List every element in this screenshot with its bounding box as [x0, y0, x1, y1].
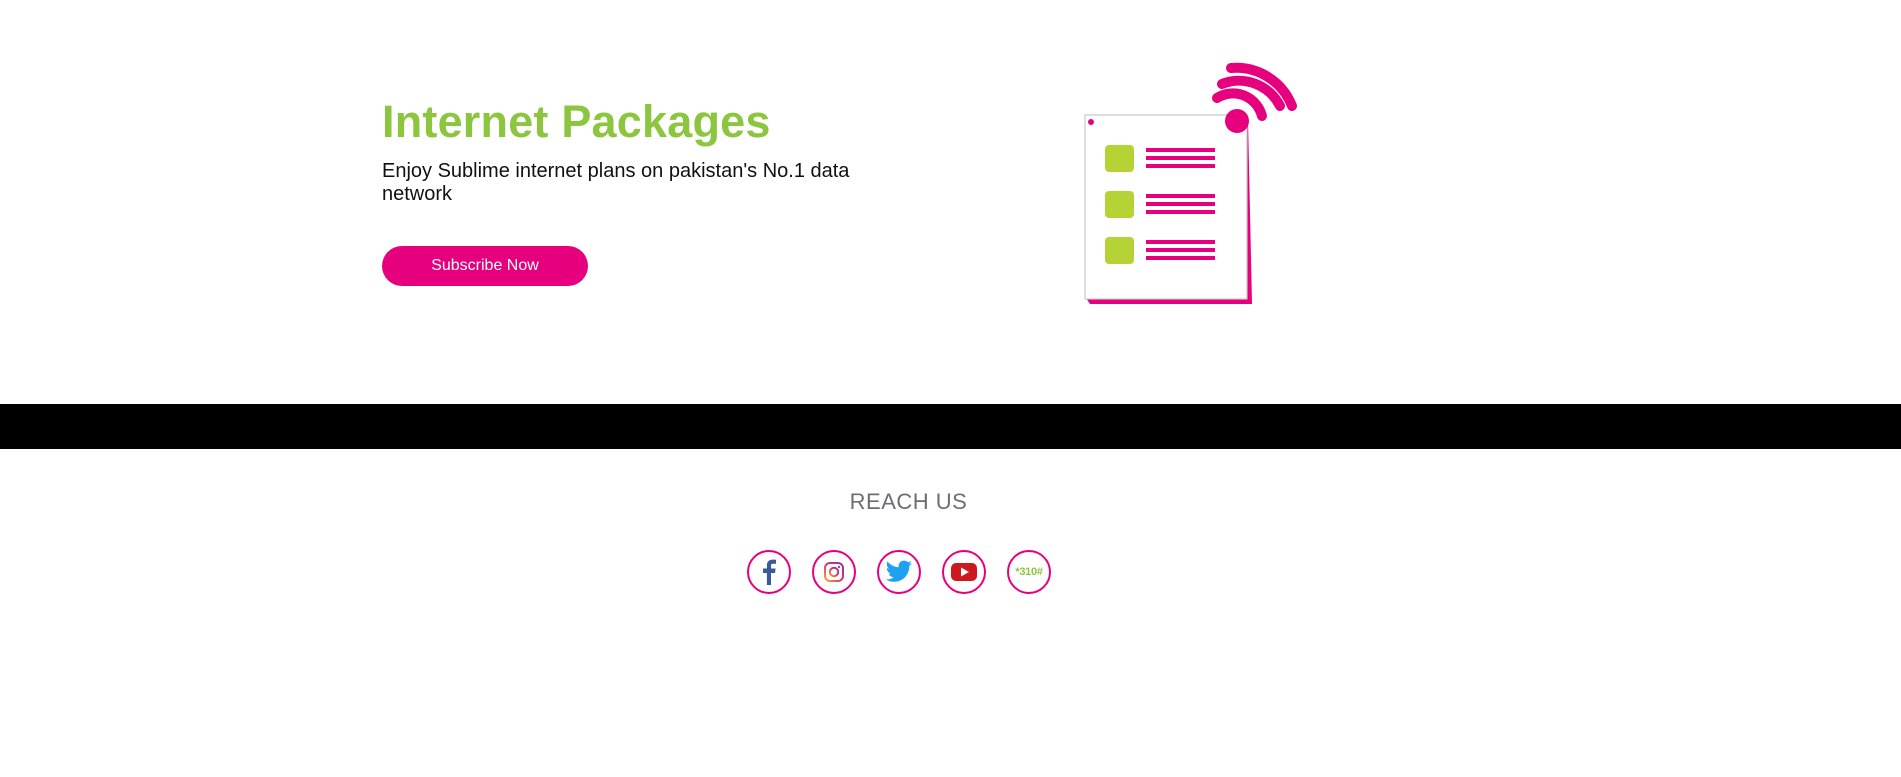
- footer: REACH US *310#: [0, 449, 1901, 777]
- subscribe-now-button[interactable]: Subscribe Now: [382, 246, 588, 286]
- reach-us-title: REACH US: [849, 489, 968, 514]
- youtube-link[interactable]: [942, 550, 986, 594]
- instagram-icon: [824, 562, 844, 582]
- social-links: *310#: [747, 550, 1051, 594]
- internet-packages-illustration: [1080, 54, 1300, 310]
- twitter-icon: [885, 560, 912, 582]
- footer-band: [0, 404, 1901, 449]
- instagram-link[interactable]: [812, 550, 856, 594]
- hero-section: Internet Packages Enjoy Sublime internet…: [0, 0, 1901, 404]
- hero-subtitle: Enjoy Sublime internet plans on pakistan…: [382, 160, 850, 205]
- twitter-link[interactable]: [877, 550, 921, 594]
- facebook-icon: [763, 559, 776, 585]
- hero-title: Internet Packages: [382, 96, 771, 147]
- ussd-code-link[interactable]: *310#: [1007, 550, 1051, 594]
- document-wifi-icon: [1084, 62, 1297, 304]
- youtube-icon: [951, 563, 977, 581]
- facebook-link[interactable]: [747, 550, 791, 594]
- ussd-code-icon: *310#: [1015, 566, 1043, 578]
